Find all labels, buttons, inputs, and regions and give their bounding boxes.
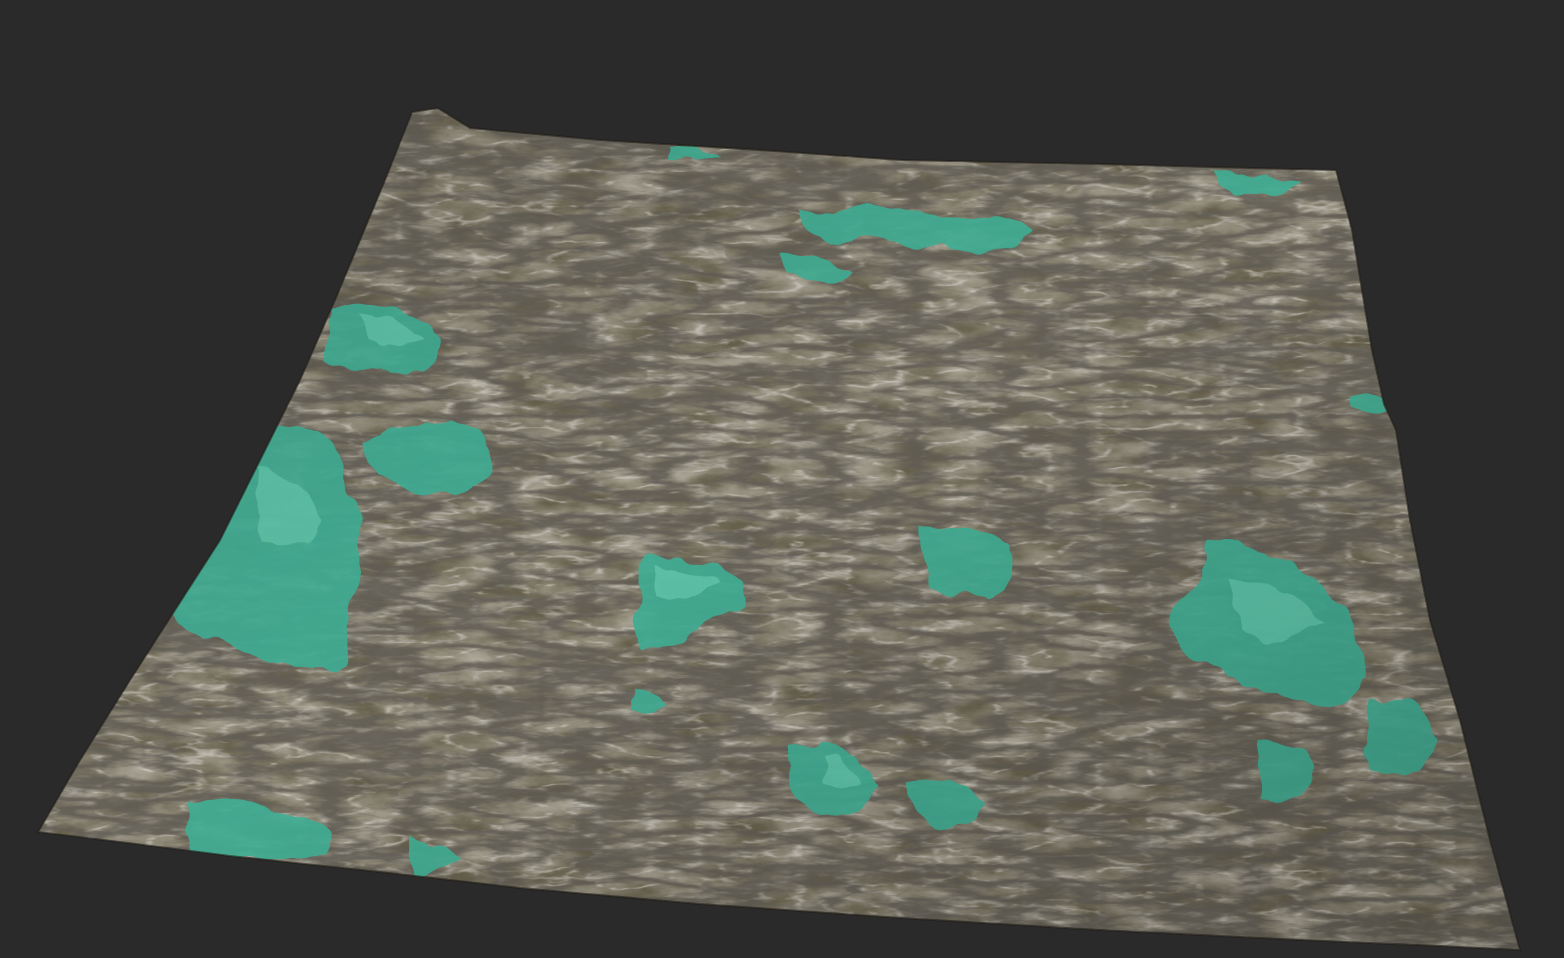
terrain-render (36, 106, 1522, 952)
3d-viewport[interactable] (0, 0, 1564, 958)
terrain-surface (38, 108, 1520, 950)
